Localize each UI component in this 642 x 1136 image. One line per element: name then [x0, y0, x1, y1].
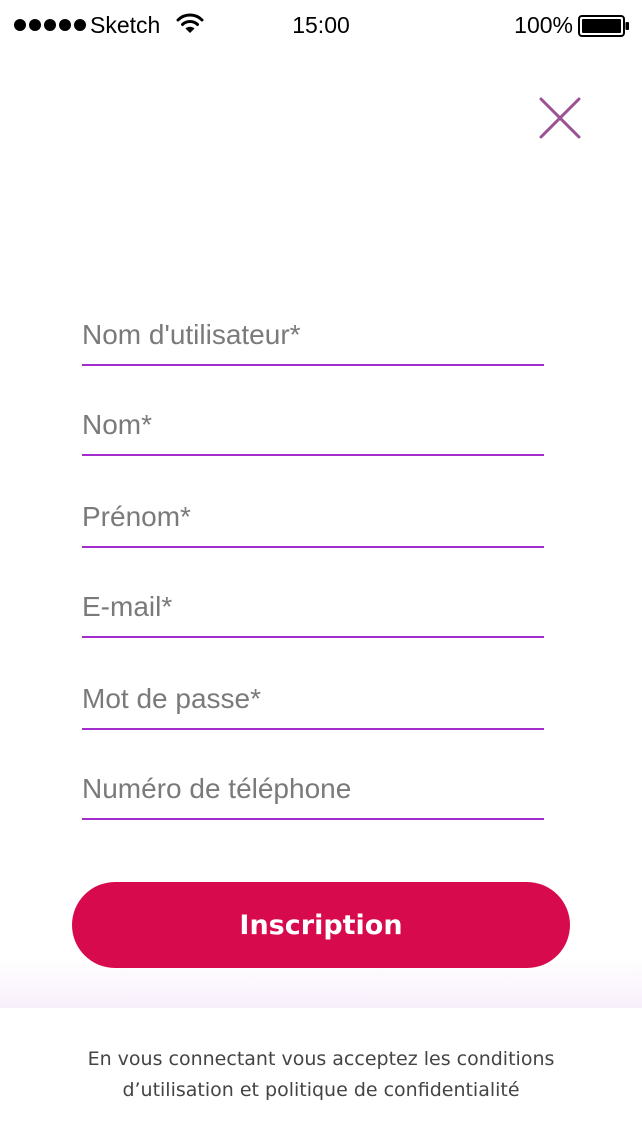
firstname-input[interactable]: [82, 488, 544, 546]
terms-line-1: En vous connectant vous acceptez les con…: [87, 1048, 555, 1070]
signup-button[interactable]: Inscription: [72, 882, 570, 968]
lastname-field-wrapper: [82, 396, 544, 456]
password-field-wrapper: [82, 670, 544, 730]
lastname-input[interactable]: [82, 396, 544, 454]
phone-field-wrapper: [82, 760, 544, 820]
email-field-wrapper: [82, 578, 544, 638]
firstname-field-wrapper: [82, 488, 544, 548]
signup-screen: Sketch 15:00 100% Nom d'utilisateur* Nom…: [0, 0, 642, 1136]
battery-percentage: 100%: [514, 12, 573, 38]
signup-button-label: Inscription: [239, 909, 403, 941]
username-field-wrapper: [82, 306, 544, 366]
battery-icon: [578, 15, 629, 37]
close-icon: [539, 97, 581, 139]
terms-notice: En vous connectant vous acceptez les con…: [0, 1044, 642, 1106]
status-bar: Sketch 15:00 100%: [0, 0, 642, 52]
terms-line-2: d’utilisation et politique de confidenti…: [122, 1079, 520, 1101]
email-input[interactable]: [82, 578, 544, 636]
password-input[interactable]: [82, 670, 544, 728]
phone-input[interactable]: [82, 760, 544, 818]
close-button[interactable]: [536, 94, 584, 142]
username-input[interactable]: [82, 306, 544, 364]
